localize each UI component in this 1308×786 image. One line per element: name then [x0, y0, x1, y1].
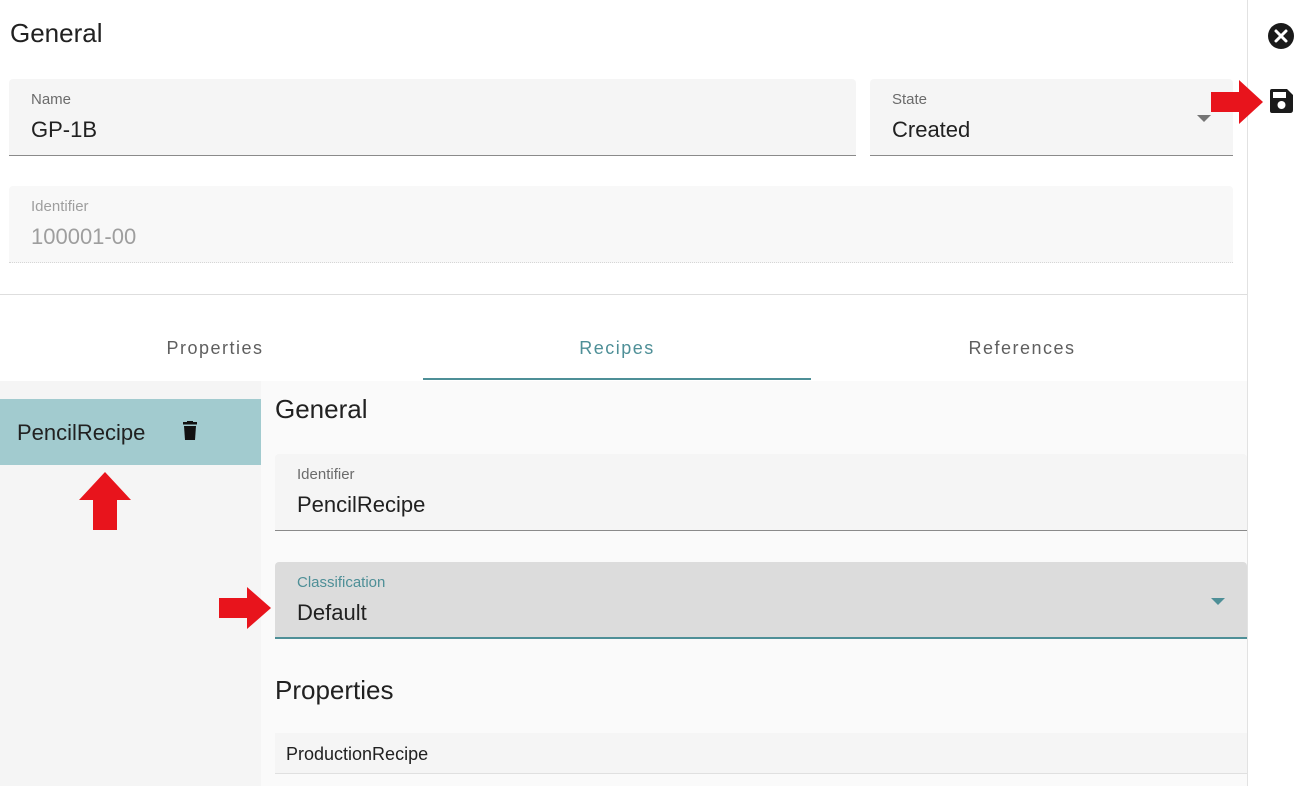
recipe-list-item[interactable]: PencilRecipe	[0, 399, 261, 465]
trash-icon[interactable]	[182, 421, 198, 441]
recipe-properties-title: Properties	[275, 675, 394, 705]
section-divider	[0, 294, 1247, 295]
tab-recipes[interactable]: Recipes	[423, 300, 811, 380]
active-tab-indicator	[423, 378, 811, 380]
chevron-down-icon[interactable]	[1211, 598, 1225, 605]
annotation-arrow-right-icon	[219, 587, 271, 629]
annotation-arrow-right-icon	[1211, 80, 1263, 124]
classification-label: Classification	[297, 574, 386, 591]
name-field-value[interactable]: GP-1B	[31, 117, 97, 143]
chevron-down-icon[interactable]	[1197, 115, 1211, 122]
recipe-identifier-value[interactable]: PencilRecipe	[297, 492, 425, 518]
identifier-field: Identifier 100001-00	[9, 186, 1233, 263]
annotation-arrow-up-icon	[79, 472, 131, 530]
state-select-value[interactable]: Created	[892, 117, 970, 143]
state-select[interactable]: State Created	[870, 79, 1233, 156]
state-select-label: State	[892, 91, 928, 108]
recipe-identifier-field[interactable]: Identifier PencilRecipe	[275, 454, 1247, 531]
recipe-general-title: General	[275, 394, 368, 424]
name-field[interactable]: Name GP-1B	[9, 79, 856, 156]
property-row[interactable]: ProductionRecipe	[275, 733, 1247, 774]
close-circle-icon[interactable]	[1267, 22, 1295, 50]
tab-properties[interactable]: Properties	[10, 300, 420, 380]
identifier-field-label: Identifier	[31, 198, 89, 215]
property-row-label: ProductionRecipe	[286, 744, 429, 764]
general-title: General	[10, 18, 103, 48]
tab-references[interactable]: References	[818, 300, 1226, 380]
save-icon[interactable]	[1268, 88, 1294, 114]
recipe-list-item-label: PencilRecipe	[17, 420, 146, 445]
recipe-identifier-label: Identifier	[297, 466, 355, 483]
classification-select[interactable]: Classification Default	[275, 562, 1247, 639]
classification-value[interactable]: Default	[297, 600, 367, 626]
identifier-field-value: 100001-00	[31, 224, 137, 249]
name-field-label: Name	[31, 91, 72, 108]
